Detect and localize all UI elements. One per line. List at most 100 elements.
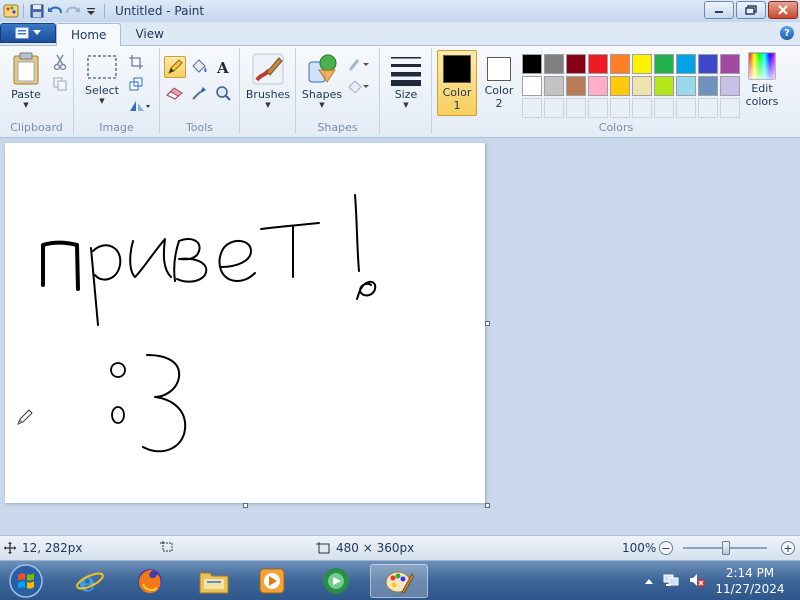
customize-toolbar-icon[interactable] xyxy=(82,2,100,20)
file-menu-button[interactable] xyxy=(0,23,56,43)
palette-color-swatch[interactable] xyxy=(566,76,586,96)
redo-icon[interactable] xyxy=(64,2,82,20)
color-picker-tool-button[interactable] xyxy=(188,82,210,104)
palette-color-swatch[interactable] xyxy=(654,54,674,74)
drawing-canvas[interactable] xyxy=(5,143,485,503)
taskbar-firefox[interactable] xyxy=(124,564,176,598)
outline-button[interactable] xyxy=(346,54,372,74)
palette-color-swatch[interactable] xyxy=(676,54,696,74)
eraser-tool-button[interactable] xyxy=(164,82,186,104)
custom-color-slot[interactable] xyxy=(610,98,630,118)
canvas-resize-handle-corner[interactable] xyxy=(485,503,490,508)
color1-button[interactable]: Color 1 xyxy=(437,50,477,116)
paint-app-icon[interactable] xyxy=(3,3,19,19)
palette-color-swatch[interactable] xyxy=(522,54,542,74)
palette-color-swatch[interactable] xyxy=(522,76,542,96)
tab-view[interactable]: View xyxy=(121,23,177,45)
custom-color-slot[interactable] xyxy=(566,98,586,118)
fill-button[interactable] xyxy=(346,76,372,96)
network-icon[interactable] xyxy=(662,572,680,591)
cut-button[interactable] xyxy=(50,52,70,72)
palette-color-swatch[interactable] xyxy=(632,76,652,96)
crop-button[interactable] xyxy=(126,52,146,72)
edit-colors-icon xyxy=(748,52,776,80)
palette-color-swatch[interactable] xyxy=(698,54,718,74)
fill-tool-button[interactable] xyxy=(188,56,210,78)
custom-color-slot[interactable] xyxy=(588,98,608,118)
palette-color-swatch[interactable] xyxy=(588,54,608,74)
taskbar-media-player[interactable] xyxy=(246,564,298,598)
custom-color-slot[interactable] xyxy=(632,98,652,118)
palette-color-swatch[interactable] xyxy=(610,76,630,96)
zoom-slider-thumb[interactable] xyxy=(722,541,730,555)
shapes-button[interactable]: Shapes ▼ xyxy=(300,52,344,109)
size-button[interactable]: Size ▼ xyxy=(386,52,426,109)
paste-button[interactable]: Paste ▼ xyxy=(6,52,46,109)
rotate-icon xyxy=(130,101,150,111)
show-hidden-icons[interactable] xyxy=(644,575,654,588)
window-title: Untitled - Paint xyxy=(115,4,205,18)
tab-home[interactable]: Home xyxy=(56,23,122,46)
taskbar-paint[interactable] xyxy=(370,564,428,598)
palette-color-swatch[interactable] xyxy=(698,76,718,96)
brushes-button[interactable]: Brushes ▼ xyxy=(244,52,292,109)
undo-icon[interactable] xyxy=(46,2,64,20)
palette-color-swatch[interactable] xyxy=(588,76,608,96)
rotate-button[interactable] xyxy=(126,96,152,116)
chevron-down-icon: ▼ xyxy=(319,101,325,109)
palette-color-swatch[interactable] xyxy=(610,54,630,74)
tools-group-label: Tools xyxy=(185,121,214,134)
shapes-icon xyxy=(308,54,337,83)
custom-color-slot[interactable] xyxy=(522,98,542,118)
internet-explorer-icon: e xyxy=(76,568,104,596)
taskbar-internet-explorer[interactable]: e xyxy=(64,564,116,598)
custom-color-slot[interactable] xyxy=(654,98,674,118)
text-tool-button[interactable]: A xyxy=(212,56,234,78)
edit-colors-button[interactable]: Edit colors xyxy=(742,52,782,108)
palette-color-swatch[interactable] xyxy=(632,54,652,74)
start-button[interactable] xyxy=(4,562,48,600)
shapes-group-label: Shapes xyxy=(317,121,358,134)
color1-label-text: Color xyxy=(442,86,472,99)
taskbar-file-explorer[interactable] xyxy=(188,564,240,598)
select-button[interactable]: Select ▼ xyxy=(82,52,122,105)
taskbar-clock[interactable]: 2:14 PM 11/27/2024 xyxy=(712,565,788,597)
save-icon[interactable] xyxy=(28,2,46,20)
size-group: Size ▼ xyxy=(380,48,432,134)
palette-color-swatch[interactable] xyxy=(566,54,586,74)
palette-color-swatch[interactable] xyxy=(544,76,564,96)
custom-color-slot[interactable] xyxy=(720,98,740,118)
canvas-resize-handle-right[interactable] xyxy=(485,321,490,326)
close-button[interactable] xyxy=(768,1,798,19)
resize-button[interactable] xyxy=(126,74,146,94)
help-icon[interactable]: ? xyxy=(780,26,794,40)
handwritten-privet-strokes xyxy=(41,194,377,453)
canvas-resize-handle-bottom[interactable] xyxy=(243,503,248,508)
paint-icon xyxy=(385,571,414,594)
outline-icon xyxy=(349,59,369,71)
palette-color-swatch[interactable] xyxy=(654,76,674,96)
brush-icon xyxy=(252,53,284,85)
custom-color-slot[interactable] xyxy=(698,98,718,118)
palette-color-swatch[interactable] xyxy=(720,54,740,74)
minimize-button[interactable] xyxy=(704,1,734,19)
pencil-tool-button[interactable] xyxy=(164,56,186,78)
palette-color-swatch[interactable] xyxy=(676,76,696,96)
color2-button[interactable]: Color 2 xyxy=(479,50,519,116)
copy-button[interactable] xyxy=(50,74,70,94)
maximize-button[interactable] xyxy=(736,1,766,19)
volume-muted-icon[interactable] xyxy=(688,572,706,591)
clipboard-group: Paste ▼ Clipboard xyxy=(0,48,74,134)
custom-color-slot[interactable] xyxy=(676,98,696,118)
custom-color-slot[interactable] xyxy=(544,98,564,118)
media-center-icon xyxy=(323,568,349,594)
taskbar: e 2:14 PM 11/27/2024 xyxy=(0,560,800,600)
palette-color-swatch[interactable] xyxy=(720,76,740,96)
magnifier-tool-button[interactable] xyxy=(212,82,234,104)
cursor-position-text: 12, 282px xyxy=(22,541,83,555)
palette-color-swatch[interactable] xyxy=(544,54,564,74)
zoom-in-button[interactable]: + xyxy=(781,541,795,555)
selection-size-icon xyxy=(160,541,173,552)
taskbar-media-center[interactable] xyxy=(310,564,362,598)
zoom-out-button[interactable]: − xyxy=(659,541,673,555)
